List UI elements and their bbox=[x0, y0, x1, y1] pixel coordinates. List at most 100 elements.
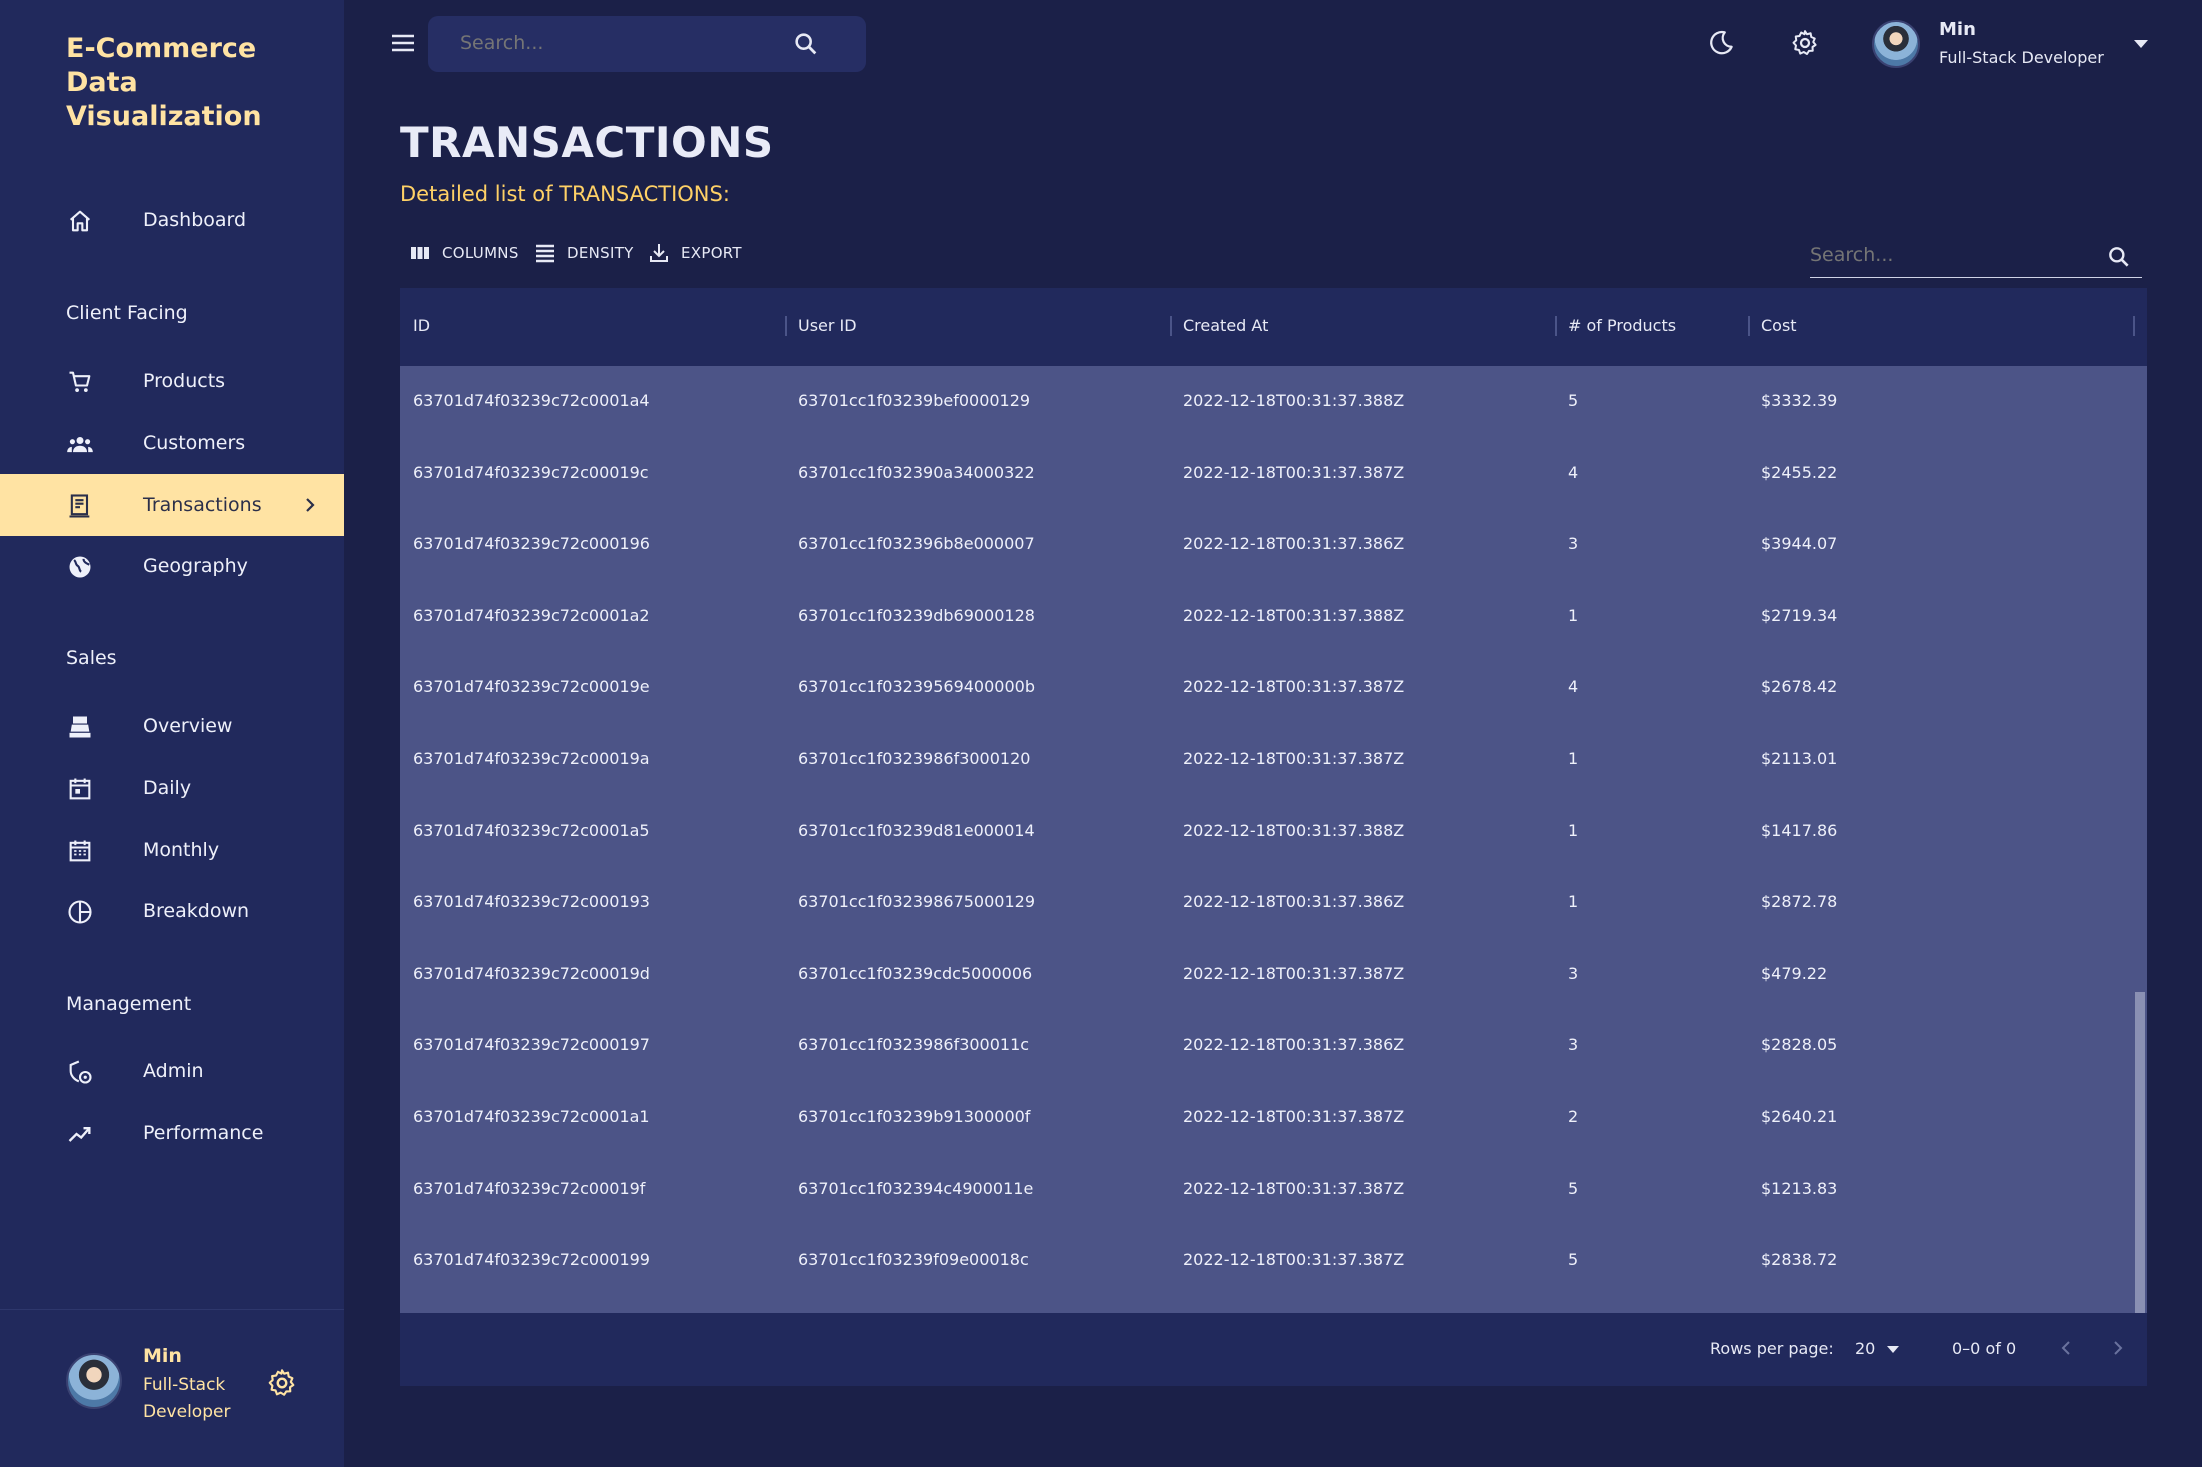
column-header-user-id[interactable]: User ID bbox=[798, 316, 857, 335]
cell-created-at[interactable]: 2022-12-18T00:31:37.387Z bbox=[1183, 964, 1404, 983]
cell-cost[interactable]: $3944.07 bbox=[1761, 534, 1837, 553]
column-separator[interactable] bbox=[1555, 316, 1557, 336]
search-icon[interactable] bbox=[2106, 244, 2132, 270]
cell-cost[interactable]: $2838.72 bbox=[1761, 1250, 1837, 1269]
cell-user-id[interactable]: 63701cc1f032394c4900011e bbox=[798, 1179, 1033, 1198]
columns-button[interactable]: COLUMNS bbox=[408, 238, 519, 268]
cell-id[interactable]: 63701d74f03239c72c00019c bbox=[413, 463, 649, 482]
table-row[interactable]: 63701d74f03239c72c000196 63701cc1f032396b… bbox=[400, 509, 2133, 581]
cell-cost[interactable]: $1417.86 bbox=[1761, 821, 1837, 840]
arrow-drop-down-icon[interactable] bbox=[2132, 38, 2150, 50]
search-input[interactable] bbox=[460, 32, 780, 54]
cell-created-at[interactable]: 2022-12-18T00:31:37.386Z bbox=[1183, 1035, 1404, 1054]
sidebar-item-geography[interactable]: Geography bbox=[0, 535, 344, 597]
scrollbar-thumb[interactable] bbox=[2135, 992, 2145, 1313]
table-row[interactable]: 63701d74f03239c72c000197 63701cc1f0323986… bbox=[400, 1010, 2133, 1082]
cell-user-id[interactable]: 63701cc1f03239d81e000014 bbox=[798, 821, 1035, 840]
cell-cost[interactable]: $3332.39 bbox=[1761, 391, 1837, 410]
cell-id[interactable]: 63701d74f03239c72c00019e bbox=[413, 677, 650, 696]
cell-cost[interactable]: $2828.05 bbox=[1761, 1035, 1837, 1054]
column-separator[interactable] bbox=[2133, 316, 2135, 336]
column-header-created-at[interactable]: Created At bbox=[1183, 316, 1268, 335]
cell-id[interactable]: 63701d74f03239c72c000196 bbox=[413, 534, 650, 553]
table-row[interactable]: 63701d74f03239c72c0001a5 63701cc1f03239d8… bbox=[400, 796, 2133, 868]
cell-products[interactable]: 3 bbox=[1568, 534, 1578, 553]
table-row[interactable]: 63701d74f03239c72c0001a4 63701cc1f03239be… bbox=[400, 366, 2133, 438]
sidebar-item-monthly[interactable]: Monthly bbox=[0, 819, 344, 881]
settings-gear-icon[interactable] bbox=[1790, 28, 1820, 58]
cell-cost[interactable]: $479.22 bbox=[1761, 964, 1827, 983]
table-row[interactable]: 63701d74f03239c72c0001a2 63701cc1f03239db… bbox=[400, 581, 2133, 653]
cell-cost[interactable]: $2640.21 bbox=[1761, 1107, 1837, 1126]
cell-id[interactable]: 63701d74f03239c72c00019d bbox=[413, 964, 650, 983]
cell-user-id[interactable]: 63701cc1f0323986f3000120 bbox=[798, 749, 1030, 768]
table-row[interactable]: 63701d74f03239c72c000193 63701cc1f0323986… bbox=[400, 867, 2133, 939]
sidebar-item-performance[interactable]: Performance bbox=[0, 1102, 344, 1164]
export-button[interactable]: EXPORT bbox=[647, 238, 742, 268]
table-row[interactable]: 63701d74f03239c72c0001a1 63701cc1f03239b9… bbox=[400, 1082, 2133, 1154]
sidebar-item-breakdown[interactable]: Breakdown bbox=[0, 880, 344, 942]
cell-id[interactable]: 63701d74f03239c72c0001a2 bbox=[413, 606, 650, 625]
arrow-drop-down-icon[interactable] bbox=[1886, 1345, 1900, 1355]
cell-created-at[interactable]: 2022-12-18T00:31:37.388Z bbox=[1183, 821, 1404, 840]
column-header-cost[interactable]: Cost bbox=[1761, 316, 1797, 335]
cell-cost[interactable]: $2678.42 bbox=[1761, 677, 1837, 696]
cell-created-at[interactable]: 2022-12-18T00:31:37.388Z bbox=[1183, 391, 1404, 410]
table-row[interactable]: 63701d74f03239c72c00019f 63701cc1f032394c… bbox=[400, 1154, 2133, 1226]
table-row[interactable]: 63701d74f03239c72c00019d 63701cc1f03239cd… bbox=[400, 939, 2133, 1011]
cell-user-id[interactable]: 63701cc1f03239db69000128 bbox=[798, 606, 1035, 625]
cell-products[interactable]: 1 bbox=[1568, 749, 1578, 768]
sidebar-item-transactions[interactable]: Transactions bbox=[0, 474, 344, 536]
gear-icon[interactable] bbox=[266, 1367, 298, 1399]
cell-user-id[interactable]: 63701cc1f03239569400000b bbox=[798, 677, 1035, 696]
cell-created-at[interactable]: 2022-12-18T00:31:37.387Z bbox=[1183, 1107, 1404, 1126]
cell-user-id[interactable]: 63701cc1f0323986f300011c bbox=[798, 1035, 1029, 1054]
cell-products[interactable]: 3 bbox=[1568, 1035, 1578, 1054]
cell-products[interactable]: 2 bbox=[1568, 1107, 1578, 1126]
table-row[interactable]: 63701d74f03239c72c00019a 63701cc1f0323986… bbox=[400, 724, 2133, 796]
cell-id[interactable]: 63701d74f03239c72c0001a5 bbox=[413, 821, 650, 840]
cell-created-at[interactable]: 2022-12-18T00:31:37.387Z bbox=[1183, 1179, 1404, 1198]
cell-user-id[interactable]: 63701cc1f03239cdc5000006 bbox=[798, 964, 1032, 983]
column-separator[interactable] bbox=[1170, 316, 1172, 336]
cell-created-at[interactable]: 2022-12-18T00:31:37.386Z bbox=[1183, 892, 1404, 911]
cell-user-id[interactable]: 63701cc1f03239f09e00018c bbox=[798, 1250, 1029, 1269]
vertical-scrollbar[interactable] bbox=[2133, 366, 2147, 1313]
menu-icon[interactable] bbox=[390, 32, 416, 54]
cell-cost[interactable]: $2455.22 bbox=[1761, 463, 1837, 482]
cell-cost[interactable]: $2719.34 bbox=[1761, 606, 1837, 625]
grid-search-input[interactable] bbox=[1810, 244, 2090, 266]
cell-user-id[interactable]: 63701cc1f03239b91300000f bbox=[798, 1107, 1030, 1126]
cell-products[interactable]: 1 bbox=[1568, 606, 1578, 625]
cell-id[interactable]: 63701d74f03239c72c000199 bbox=[413, 1250, 650, 1269]
cell-id[interactable]: 63701d74f03239c72c000193 bbox=[413, 892, 650, 911]
sidebar-item-overview[interactable]: Overview bbox=[0, 695, 344, 757]
column-separator[interactable] bbox=[1748, 316, 1750, 336]
column-header-products[interactable]: # of Products bbox=[1568, 316, 1676, 335]
rows-per-page-select[interactable]: 20 bbox=[1855, 1339, 1875, 1358]
table-row[interactable]: 63701d74f03239c72c00019c 63701cc1f032390a… bbox=[400, 438, 2133, 510]
cell-cost[interactable]: $1213.83 bbox=[1761, 1179, 1837, 1198]
sidebar-item-dashboard[interactable]: Dashboard bbox=[0, 189, 344, 251]
cell-created-at[interactable]: 2022-12-18T00:31:37.388Z bbox=[1183, 606, 1404, 625]
cell-id[interactable]: 63701d74f03239c72c00019a bbox=[413, 749, 650, 768]
chevron-left-icon[interactable] bbox=[2056, 1337, 2078, 1359]
cell-products[interactable]: 4 bbox=[1568, 677, 1578, 696]
cell-products[interactable]: 4 bbox=[1568, 463, 1578, 482]
cell-created-at[interactable]: 2022-12-18T00:31:37.386Z bbox=[1183, 534, 1404, 553]
cell-products[interactable]: 1 bbox=[1568, 892, 1578, 911]
cell-id[interactable]: 63701d74f03239c72c00019f bbox=[413, 1179, 645, 1198]
search-icon[interactable] bbox=[792, 30, 820, 58]
dark-mode-icon[interactable] bbox=[1706, 28, 1736, 58]
sidebar-item-products[interactable]: Products bbox=[0, 350, 344, 412]
cell-id[interactable]: 63701d74f03239c72c0001a1 bbox=[413, 1107, 650, 1126]
table-row[interactable]: 63701d74f03239c72c000199 63701cc1f03239f0… bbox=[400, 1225, 2133, 1297]
sidebar-item-admin[interactable]: Admin bbox=[0, 1040, 344, 1102]
cell-products[interactable]: 5 bbox=[1568, 391, 1578, 410]
cell-created-at[interactable]: 2022-12-18T00:31:37.387Z bbox=[1183, 1250, 1404, 1269]
column-separator[interactable] bbox=[785, 316, 787, 336]
cell-products[interactable]: 3 bbox=[1568, 964, 1578, 983]
cell-created-at[interactable]: 2022-12-18T00:31:37.387Z bbox=[1183, 749, 1404, 768]
density-button[interactable]: DENSITY bbox=[533, 238, 634, 268]
cell-user-id[interactable]: 63701cc1f032390a34000322 bbox=[798, 463, 1035, 482]
